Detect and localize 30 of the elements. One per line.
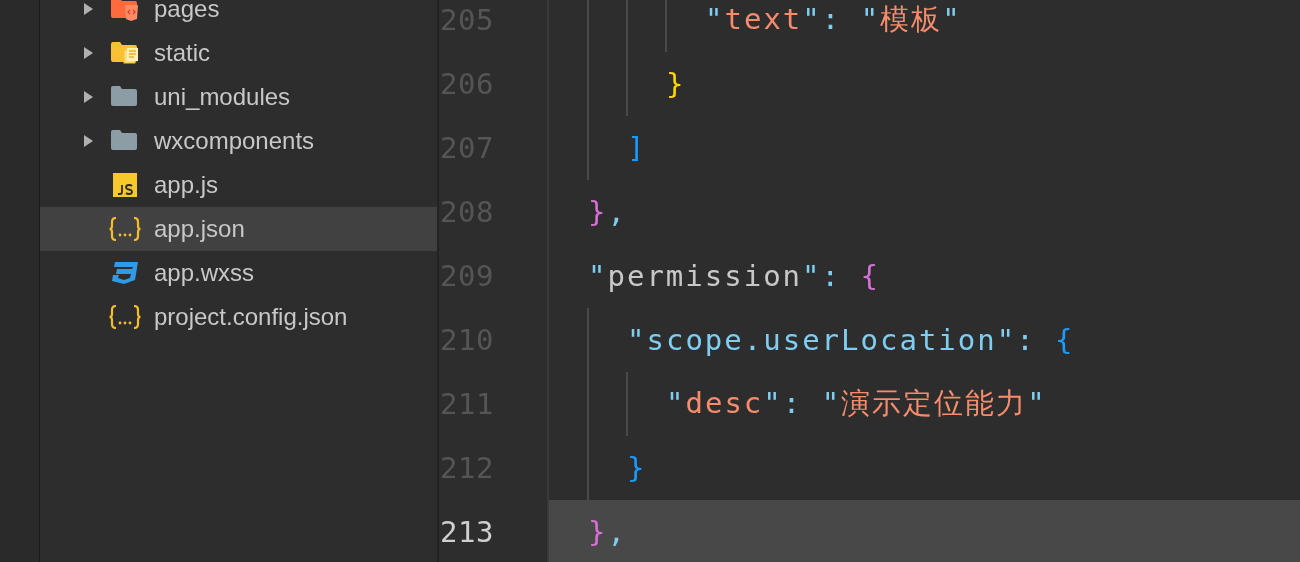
file-tree-item[interactable]: project.config.json	[40, 295, 437, 339]
file-tree-item[interactable]: app.js	[40, 163, 437, 207]
css-file-icon	[112, 261, 138, 285]
folder-icon	[111, 85, 139, 109]
expand-arrow-icon[interactable]	[82, 2, 94, 16]
file-tree-item[interactable]: app.json	[40, 207, 437, 251]
code-line: }	[666, 67, 686, 101]
file-tree-item[interactable]: wxcomponents	[40, 119, 437, 163]
json-file-icon	[109, 217, 141, 241]
code-line: },	[588, 195, 627, 229]
code-line: ]	[627, 131, 647, 165]
folder-icon	[111, 129, 139, 153]
file-tree-item[interactable]: static	[40, 31, 437, 75]
expand-arrow-icon[interactable]	[82, 134, 94, 148]
folder-icon	[111, 0, 139, 21]
code-line: "desc": "演示定位能力"	[666, 385, 1047, 422]
js-file-icon	[113, 173, 137, 197]
file-tree-item[interactable]: uni_modules	[40, 75, 437, 119]
file-tree-item[interactable]: pages	[40, 0, 437, 31]
expand-arrow-icon[interactable]	[82, 46, 94, 60]
code-line: "text": "模板"	[705, 1, 962, 38]
json-file-icon	[109, 305, 141, 329]
expand-arrow-icon[interactable]	[82, 90, 94, 104]
code-line: "scope.userLocation": {	[627, 323, 1075, 357]
file-tree-item[interactable]: app.wxss	[40, 251, 437, 295]
code-line: }	[627, 451, 647, 485]
code-line: "permission": {	[588, 259, 880, 293]
folder-icon	[111, 41, 139, 65]
line-number: 213	[439, 500, 549, 562]
code-line: },	[588, 515, 627, 549]
